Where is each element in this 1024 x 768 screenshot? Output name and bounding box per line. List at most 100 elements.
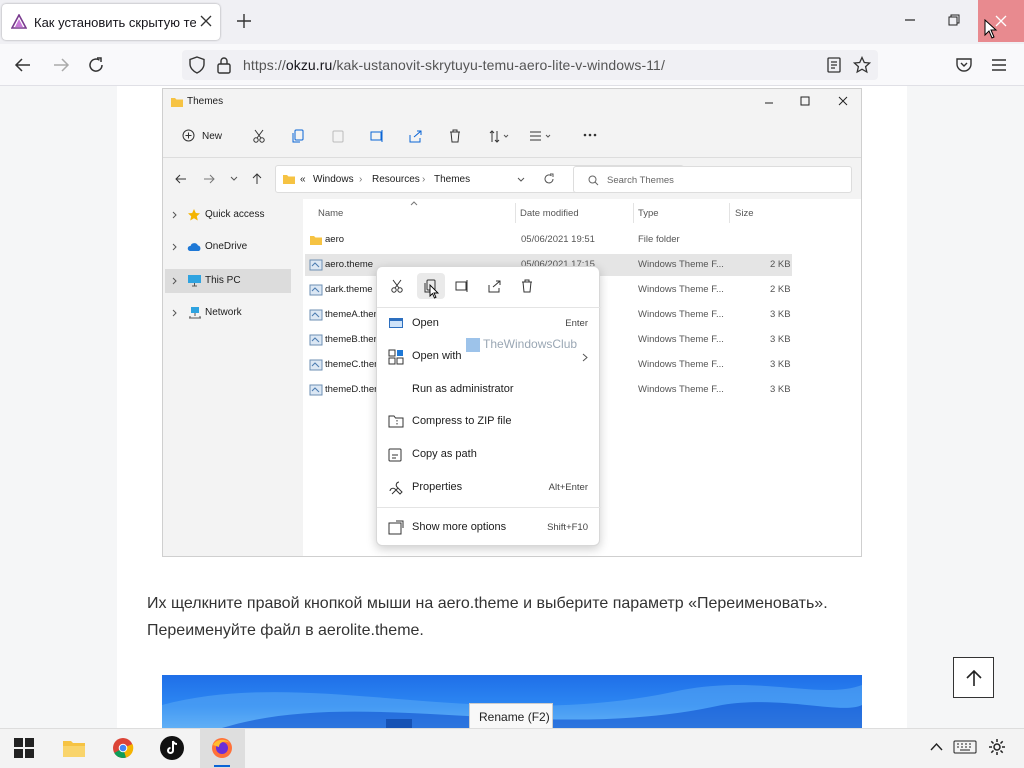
file-name: dark.theme — [325, 284, 373, 295]
menu-item-compress: Compress to ZIP file — [377, 409, 601, 435]
column-divider — [729, 203, 730, 223]
file-size: 3 KB — [770, 359, 791, 370]
file-size: 3 KB — [770, 384, 791, 395]
menu-item-show-more: Show more options Shift+F10 — [377, 515, 601, 541]
folder-icon — [283, 175, 295, 184]
menu-divider — [377, 307, 601, 308]
file-size: 2 KB — [770, 284, 791, 295]
article-paragraph: Их щелкните правой кнопкой мыши на aero.… — [147, 595, 828, 639]
file-explorer-icon[interactable] — [62, 738, 86, 758]
breadcrumb-separator: › — [359, 174, 363, 185]
view-icon — [530, 131, 551, 141]
file-name: themeC.ther — [325, 359, 378, 370]
watermark-logo-icon — [466, 338, 480, 352]
menu-item-copy-path: Copy as path — [377, 442, 601, 468]
properties-wrench-icon — [389, 481, 403, 495]
folder-icon — [171, 98, 183, 107]
breadcrumb-windows: Windows — [313, 174, 354, 185]
nav-network: Network — [163, 302, 291, 324]
window-restore-icon[interactable] — [948, 14, 960, 26]
open-window-icon — [389, 318, 403, 328]
column-header-size: Size — [735, 208, 754, 219]
folder-icon — [310, 236, 322, 245]
file-name: themeB.ther — [325, 334, 377, 345]
browser-tab[interactable]: Как установить скрытую тему — [2, 4, 220, 40]
forward-arrow-icon[interactable] — [52, 56, 70, 74]
chrome-icon[interactable] — [112, 737, 134, 759]
nav-quick-access: Quick access — [163, 204, 291, 226]
explorer-close-icon — [838, 96, 848, 106]
recent-chevron-icon — [230, 176, 238, 181]
delete-icon — [450, 129, 460, 143]
url-domain: okzu.ru — [285, 57, 333, 73]
new-label: New — [202, 131, 223, 142]
delete-icon — [522, 279, 532, 293]
reload-icon[interactable] — [87, 56, 105, 74]
hamburger-menu-icon[interactable] — [990, 57, 1008, 73]
menu-label: Compress to ZIP file — [412, 415, 512, 427]
explorer-search-box: Search Themes — [573, 166, 852, 193]
scroll-to-top-button[interactable] — [953, 657, 994, 698]
theme-file-icon — [309, 259, 323, 271]
active-app-indicator — [214, 765, 230, 767]
file-name: themeD.ther — [325, 384, 378, 395]
firefox-icon[interactable] — [211, 737, 233, 759]
menu-label: Open with — [412, 350, 462, 362]
new-plus-icon — [182, 129, 195, 142]
onedrive-cloud-icon — [187, 243, 201, 251]
search-icon — [588, 175, 599, 186]
star-icon — [188, 209, 200, 221]
menu-item-properties: Properties Alt+Enter — [377, 475, 601, 501]
menu-label: Run as administrator — [412, 383, 514, 395]
theme-file-icon — [309, 284, 323, 296]
theme-file-icon — [309, 359, 323, 371]
tray-chevron-up-icon[interactable] — [930, 742, 943, 751]
new-tab-icon[interactable] — [236, 13, 252, 29]
reader-view-icon[interactable] — [826, 56, 842, 74]
explorer-title: Themes — [187, 96, 224, 107]
column-header-type: Type — [638, 208, 659, 219]
site-favicon-icon — [11, 14, 27, 30]
more-options-icon — [583, 133, 597, 137]
apps-grid-icon — [388, 349, 404, 365]
mouse-cursor-icon — [984, 19, 998, 39]
file-type: Windows Theme F... — [638, 334, 724, 345]
tiktok-icon[interactable] — [160, 736, 184, 760]
url-text[interactable]: https://okzu.ru/kak-ustanovit-skrytuyu-t… — [243, 57, 665, 73]
pocket-icon[interactable] — [955, 56, 973, 74]
search-placeholder: Search Themes — [607, 175, 674, 186]
tab-title: Как установить скрытую тему — [34, 15, 196, 30]
window-minimize-icon[interactable] — [904, 14, 916, 26]
file-type: Windows Theme F... — [638, 259, 724, 270]
expand-chevron-icon — [172, 309, 177, 317]
nav-onedrive: OneDrive — [163, 236, 291, 258]
windows-start-icon[interactable] — [14, 738, 34, 758]
watermark-text: TheWindowsClub — [483, 337, 578, 351]
rename-icon — [370, 130, 383, 142]
rename-tooltip: Rename (F2) — [469, 703, 553, 730]
lock-icon[interactable] — [216, 56, 232, 74]
keyboard-icon[interactable] — [953, 740, 977, 754]
explorer-command-bar: New — [163, 119, 861, 157]
breadcrumb-prefix: « — [300, 174, 306, 185]
tab-close-icon[interactable] — [200, 15, 212, 27]
settings-gear-icon[interactable] — [988, 738, 1006, 756]
explorer-minimize-icon — [765, 102, 773, 104]
file-type: File folder — [638, 234, 680, 245]
url-path: /kak-ustanovit-skrytuyu-temu-aero-lite-v… — [332, 57, 665, 73]
show-more-icon — [388, 520, 404, 535]
bookmark-star-icon[interactable] — [853, 56, 871, 74]
file-name: aero.theme — [325, 259, 374, 270]
file-size: 3 KB — [770, 309, 791, 320]
tracking-protection-shield-icon[interactable] — [189, 56, 205, 74]
menu-shortcut: Enter — [565, 318, 588, 329]
address-dropdown-icon — [517, 177, 525, 182]
breadcrumb-separator: › — [422, 174, 426, 185]
cut-icon — [391, 279, 403, 293]
column-header-date: Date modified — [520, 208, 579, 219]
nav-this-pc: This PC — [165, 269, 291, 293]
network-icon — [189, 307, 201, 319]
back-arrow-icon[interactable] — [14, 56, 32, 74]
expand-chevron-icon — [172, 277, 177, 285]
nav-label: OneDrive — [205, 241, 248, 252]
